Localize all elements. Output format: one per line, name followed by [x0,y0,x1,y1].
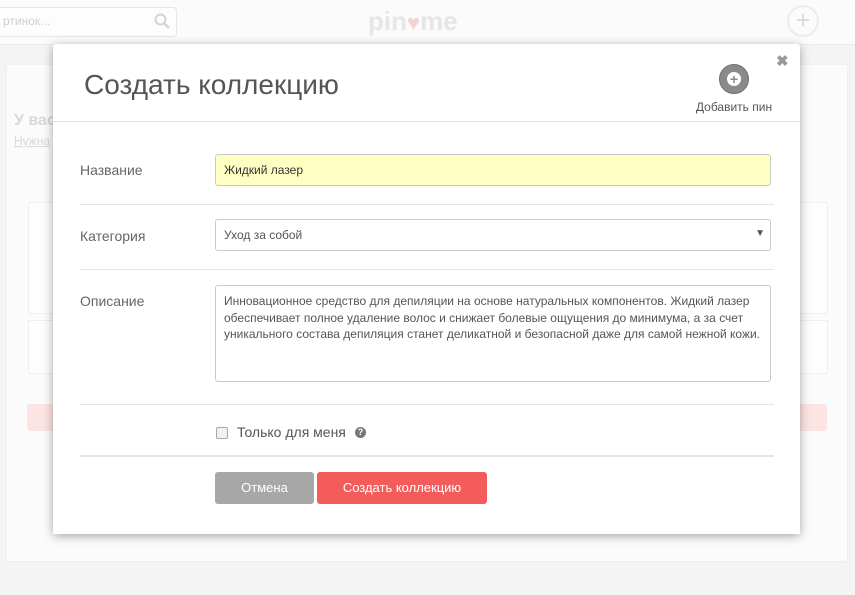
category-select[interactable]: Уход за собой ▼ [215,219,771,251]
close-icon[interactable]: ✖ [776,52,789,70]
add-button[interactable]: + [787,5,819,37]
divider [80,269,774,270]
footer-divider [80,455,774,457]
name-label: Название [80,162,143,178]
add-pin-label: Добавить пин [695,100,773,114]
logo-text-right: me [420,6,458,36]
logo-heart-icon: ♥ [407,10,421,35]
divider [80,404,774,405]
help-icon[interactable]: ? [355,427,366,438]
category-label: Категория [80,228,146,244]
cancel-button[interactable]: Отмена [215,472,314,504]
top-header: ртинок... pin♥me + [0,0,855,45]
description-textarea[interactable]: Инновационное средство для депиляции на … [215,285,771,382]
create-collection-modal: Создать коллекцию + Добавить пин ✖ Назва… [53,44,800,534]
dropdown-arrow-icon: ▼ [755,228,765,239]
divider [80,204,774,205]
name-input[interactable] [215,154,771,186]
description-label: Описание [80,293,145,309]
page-title: У вас [14,112,56,129]
plus-circle-icon[interactable]: + [719,64,749,94]
logo[interactable]: pin♥me [368,6,458,37]
search-input[interactable]: ртинок... [0,7,177,37]
modal-title: Создать коллекцию [84,69,339,100]
logo-text-left: pin [368,6,407,36]
private-checkbox[interactable] [216,427,228,439]
modal-body: Название Категория Уход за собой ▼ Описа… [53,122,800,534]
category-selected-value: Уход за собой [224,228,303,242]
search-placeholder: ртинок... [3,14,51,28]
private-label[interactable]: Только для меня [237,424,346,440]
add-pin-button[interactable]: + Добавить пин [689,64,779,114]
create-collection-button[interactable]: Создать коллекцию [317,472,487,504]
help-link[interactable]: Нужна [14,134,50,148]
search-icon[interactable] [154,13,170,34]
